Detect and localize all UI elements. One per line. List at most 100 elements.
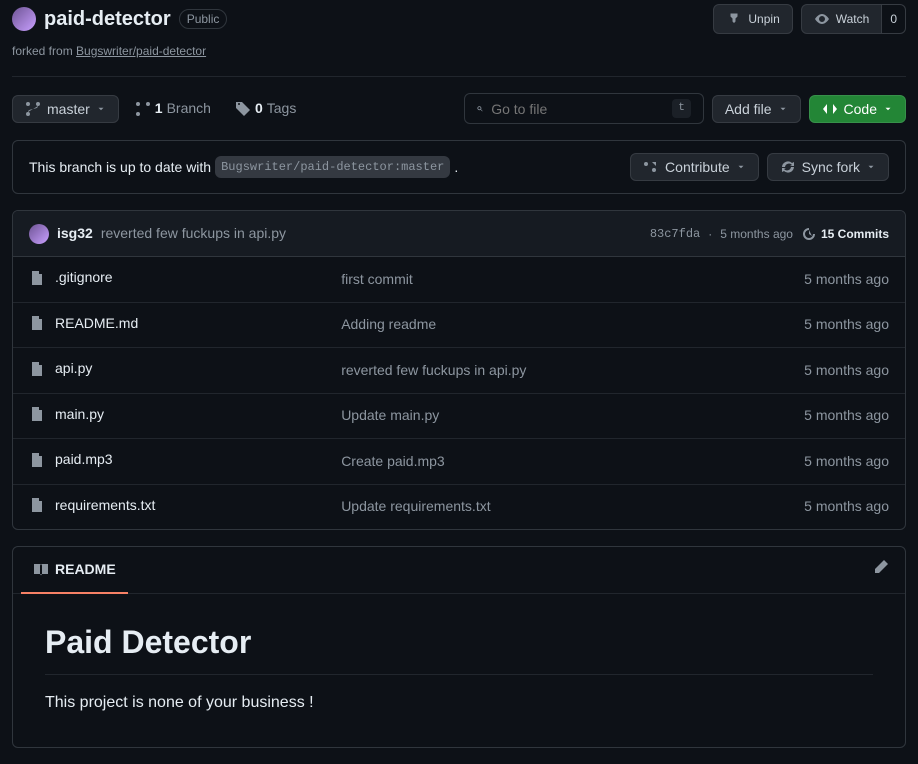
branch-selector[interactable]: master bbox=[12, 95, 119, 123]
forked-prefix: forked from bbox=[12, 44, 76, 58]
commit-message[interactable]: reverted few fuckups in api.py bbox=[101, 223, 286, 244]
visibility-badge: Public bbox=[179, 9, 228, 29]
add-file-button[interactable]: Add file bbox=[712, 95, 801, 123]
commit-time: 5 months ago bbox=[720, 225, 793, 243]
sync-icon bbox=[780, 159, 796, 175]
forked-link[interactable]: Bugswriter/paid-detector bbox=[76, 44, 206, 58]
commit-sha[interactable]: 83c7fda bbox=[650, 225, 700, 243]
edit-readme-button[interactable] bbox=[865, 551, 897, 589]
branch-icon bbox=[25, 101, 41, 117]
file-time: 5 months ago bbox=[727, 484, 905, 529]
repo-name[interactable]: paid-detector bbox=[44, 4, 171, 34]
file-commit-message[interactable]: reverted few fuckups in api.py bbox=[341, 362, 526, 378]
unpin-button[interactable]: Unpin bbox=[713, 4, 792, 34]
file-row: api.py reverted few fuckups in api.py 5 mo… bbox=[13, 348, 905, 394]
file-search-input[interactable] bbox=[491, 101, 672, 117]
branches-label: Branch bbox=[167, 98, 211, 119]
file-commit-message[interactable]: Adding readme bbox=[341, 316, 436, 332]
readme-tab[interactable]: README bbox=[21, 547, 128, 594]
file-row: main.py Update main.py 5 months ago bbox=[13, 393, 905, 439]
file-name: requirements.txt bbox=[55, 495, 155, 516]
readme-tabs: README bbox=[13, 547, 905, 594]
code-icon bbox=[822, 101, 838, 117]
file-table: .gitignore first commit 5 months ago README… bbox=[13, 257, 905, 529]
owner-avatar[interactable] bbox=[12, 7, 36, 31]
status-suffix: . bbox=[454, 157, 458, 178]
file-link[interactable]: requirements.txt bbox=[29, 495, 155, 516]
watch-count[interactable]: 0 bbox=[882, 4, 906, 34]
commit-info: isg32 reverted few fuckups in api.py bbox=[29, 223, 286, 244]
code-button[interactable]: Code bbox=[809, 95, 906, 123]
file-time: 5 months ago bbox=[727, 393, 905, 439]
latest-commit: isg32 reverted few fuckups in api.py 83c… bbox=[13, 211, 905, 257]
add-file-label: Add file bbox=[725, 101, 772, 117]
file-time: 5 months ago bbox=[727, 302, 905, 348]
contribute-button[interactable]: Contribute bbox=[630, 153, 759, 181]
readme-tab-label: README bbox=[55, 559, 116, 580]
chevron-down-icon bbox=[883, 104, 893, 114]
branch-icon bbox=[135, 101, 151, 117]
file-link[interactable]: .gitignore bbox=[29, 267, 113, 288]
tags-link[interactable]: 0 Tags bbox=[227, 93, 304, 124]
file-row: .gitignore first commit 5 months ago bbox=[13, 257, 905, 302]
file-link[interactable]: main.py bbox=[29, 404, 104, 425]
branch-name: master bbox=[47, 101, 90, 117]
readme-paragraph: This project is none of your business ! bbox=[45, 691, 873, 715]
file-time: 5 months ago bbox=[727, 348, 905, 394]
file-link[interactable]: api.py bbox=[29, 358, 92, 379]
status-actions: Contribute Sync fork bbox=[630, 153, 889, 181]
status-text: This branch is up to date with Bugswrite… bbox=[29, 156, 458, 178]
branches-count: 1 bbox=[155, 98, 163, 119]
file-icon bbox=[29, 497, 45, 513]
pull-request-icon bbox=[643, 159, 659, 175]
search-icon bbox=[477, 101, 483, 117]
repo-title-group: paid-detector Public bbox=[12, 4, 227, 34]
file-name: .gitignore bbox=[55, 267, 113, 288]
unpin-label: Unpin bbox=[748, 12, 779, 26]
file-icon bbox=[29, 361, 45, 377]
commit-author[interactable]: isg32 bbox=[57, 223, 93, 244]
chevron-down-icon bbox=[736, 162, 746, 172]
upstream-ref[interactable]: Bugswriter/paid-detector:master bbox=[215, 156, 450, 178]
go-to-file[interactable]: t bbox=[464, 93, 704, 124]
file-link[interactable]: README.md bbox=[29, 313, 138, 334]
history-icon bbox=[801, 226, 817, 242]
readme-title: Paid Detector bbox=[45, 618, 873, 675]
file-commit-message[interactable]: Update requirements.txt bbox=[341, 498, 490, 514]
watch-button[interactable]: Watch bbox=[801, 4, 883, 34]
sync-fork-button[interactable]: Sync fork bbox=[767, 153, 889, 181]
tags-label: Tags bbox=[267, 98, 297, 119]
file-commit-message[interactable]: first commit bbox=[341, 271, 413, 287]
branches-link[interactable]: 1 Branch bbox=[127, 93, 219, 124]
chevron-down-icon bbox=[96, 104, 106, 114]
readme-content: Paid Detector This project is none of yo… bbox=[13, 594, 905, 747]
watch-group: Watch 0 bbox=[801, 4, 906, 34]
file-commit-message[interactable]: Update main.py bbox=[341, 407, 439, 423]
search-kbd: t bbox=[672, 99, 691, 118]
file-name: README.md bbox=[55, 313, 138, 334]
watch-label: Watch bbox=[836, 12, 870, 26]
toolbar-right: t Add file Code bbox=[464, 93, 906, 124]
chevron-down-icon bbox=[778, 104, 788, 114]
file-time: 5 months ago bbox=[727, 257, 905, 302]
commits-count: 15 Commits bbox=[821, 225, 889, 243]
commits-history-link[interactable]: 15 Commits bbox=[801, 225, 889, 243]
file-row: paid.mp3 Create paid.mp3 5 months ago bbox=[13, 439, 905, 485]
book-icon bbox=[33, 562, 49, 578]
file-row: requirements.txt Update requirements.txt 5… bbox=[13, 484, 905, 529]
file-time: 5 months ago bbox=[727, 439, 905, 485]
repo-actions: Unpin Watch 0 bbox=[713, 4, 906, 34]
forked-from: forked from Bugswriter/paid-detector bbox=[12, 42, 906, 60]
header-divider bbox=[12, 76, 906, 77]
pin-icon bbox=[726, 11, 742, 27]
file-commit-message[interactable]: Create paid.mp3 bbox=[341, 453, 445, 469]
branch-status: This branch is up to date with Bugswrite… bbox=[12, 140, 906, 194]
contribute-label: Contribute bbox=[665, 159, 730, 175]
file-icon bbox=[29, 270, 45, 286]
tag-icon bbox=[235, 101, 251, 117]
commit-author-avatar[interactable] bbox=[29, 224, 49, 244]
repo-toolbar: master 1 Branch 0 Tags t Add file bbox=[12, 93, 906, 124]
file-link[interactable]: paid.mp3 bbox=[29, 449, 113, 470]
file-listing: isg32 reverted few fuckups in api.py 83c… bbox=[12, 210, 906, 530]
commit-meta: 83c7fda · 5 months ago 15 Commits bbox=[650, 225, 889, 243]
